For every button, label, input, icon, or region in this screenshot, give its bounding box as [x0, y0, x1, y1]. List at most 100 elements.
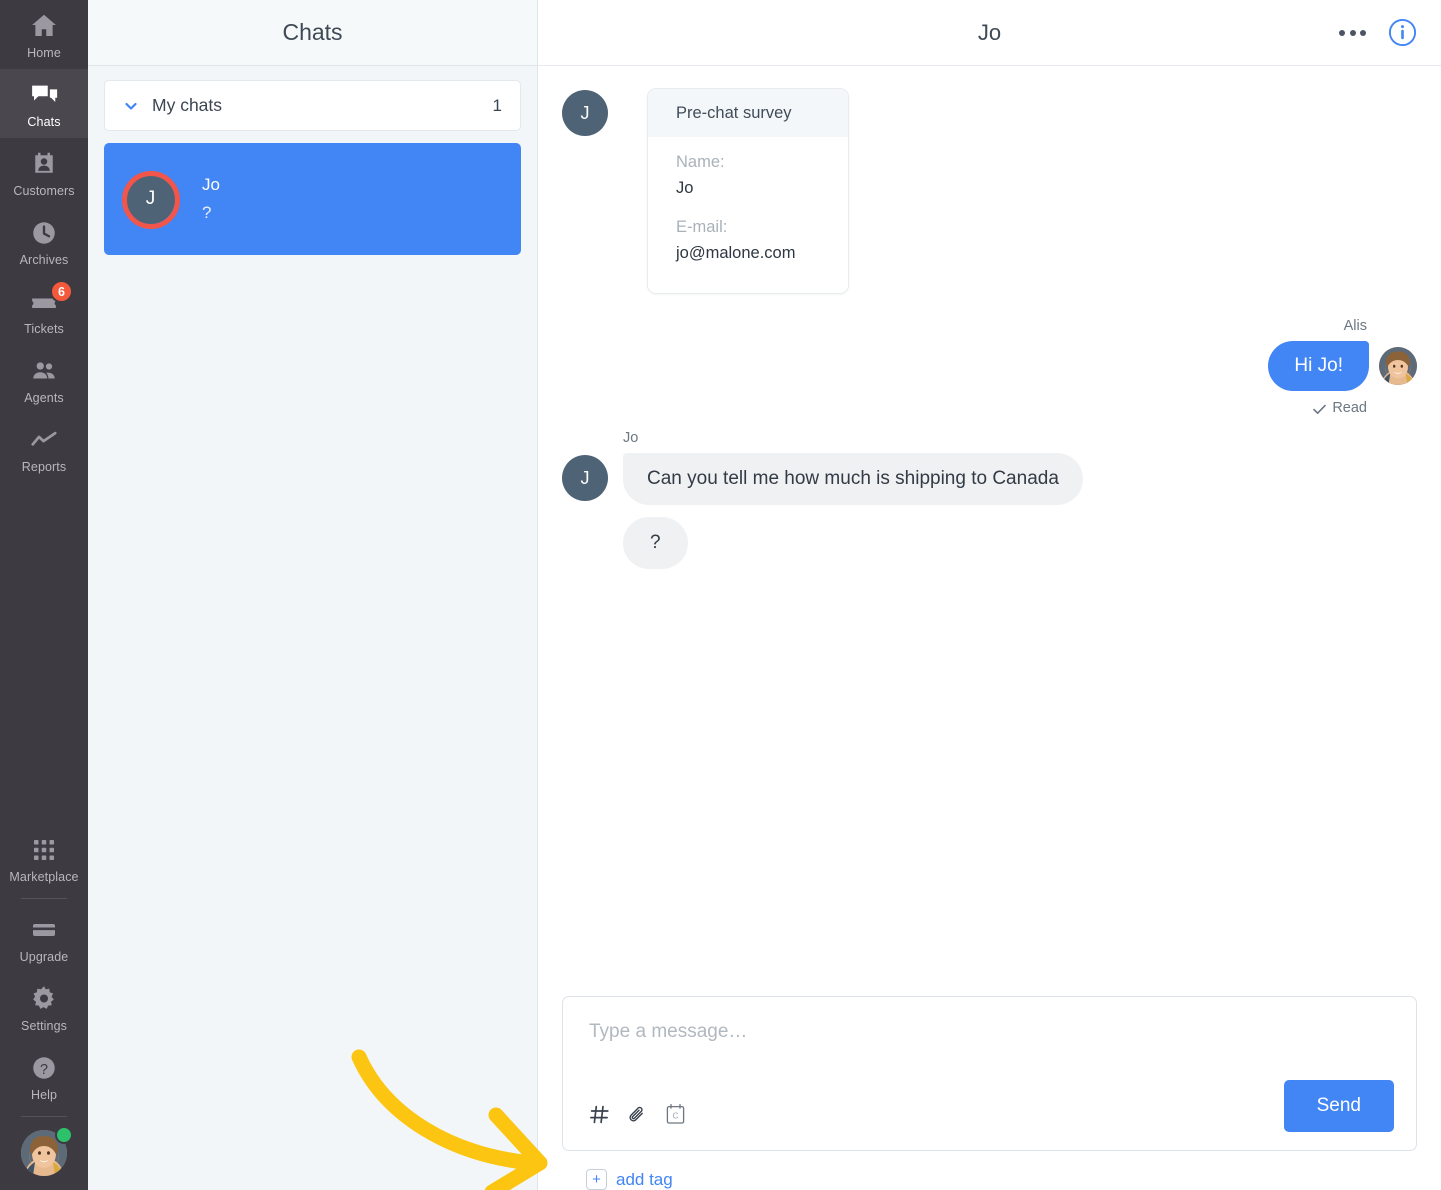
hash-tag-icon[interactable] [589, 1104, 610, 1130]
customer-message-line: J Can you tell me how much is shipping t… [562, 453, 1417, 569]
archives-clock-icon [29, 218, 59, 248]
conversation-header: Jo [538, 0, 1441, 66]
sidebar-item-customers[interactable]: Customers [0, 138, 88, 207]
sidebar-nav: Home Chats Customers Archives 6 Tickets … [0, 0, 88, 1190]
message-list: J Pre-chat survey Name: Jo E-mail: jo@ma… [538, 66, 1441, 996]
online-status-dot [55, 1126, 73, 1144]
composer-toolbar: C [589, 1103, 686, 1130]
chat-list-item-preview: ? [202, 203, 212, 222]
agents-icon [29, 356, 59, 386]
sidebar-divider-1 [21, 898, 67, 899]
sidebar-divider-2 [21, 1116, 67, 1117]
message-author-customer: Jo [623, 430, 639, 446]
sidebar-top-group: Home Chats Customers Archives 6 Tickets … [0, 0, 88, 483]
reports-chart-icon [29, 425, 59, 455]
chat-group-count: 1 [492, 95, 502, 115]
customer-avatar: J [562, 455, 608, 501]
sidebar-label-settings: Settings [21, 1019, 67, 1033]
message-status-label: Read [1332, 400, 1367, 416]
plus-icon[interactable]: + [586, 1169, 607, 1190]
message-bubble-customer: ? [623, 517, 688, 569]
survey-value-name: Jo [676, 179, 694, 197]
canned-response-icon[interactable]: C [665, 1103, 686, 1130]
survey-key-email: E-mail: [676, 218, 728, 236]
add-tag-row[interactable]: + add tag [562, 1151, 1417, 1190]
message-status-read: Read [1313, 400, 1367, 416]
customer-avatar: J [562, 90, 608, 136]
message-author-agent: Alis [1343, 318, 1367, 334]
chat-list-item-meta: Jo ? [202, 175, 220, 223]
sidebar-label-tickets: Tickets [24, 322, 64, 336]
sidebar-item-reports[interactable]: Reports [0, 414, 88, 483]
survey-fields: Name: Jo E-mail: jo@malone.com [648, 137, 848, 293]
sidebar-label-customers: Customers [13, 184, 75, 198]
sidebar-item-help[interactable]: ? Help [0, 1042, 88, 1111]
chat-list-item-name: Jo [202, 175, 220, 194]
pre-chat-survey-card: Pre-chat survey Name: Jo E-mail: jo@malo… [647, 88, 849, 294]
paperclip-attachment-icon[interactable] [627, 1104, 648, 1130]
sidebar-item-settings[interactable]: Settings [0, 973, 88, 1042]
sidebar-item-marketplace[interactable]: Marketplace [0, 824, 88, 893]
chat-group-my-chats[interactable]: My chats 1 [104, 80, 521, 131]
sidebar-item-home[interactable]: Home [0, 0, 88, 69]
chat-list-panel: Chats My chats 1 J Jo ? [88, 0, 538, 1190]
message-customer: Jo J Can you tell me how much is shippin… [562, 430, 1417, 569]
sidebar-label-marketplace: Marketplace [9, 870, 79, 884]
sidebar-item-chats[interactable]: Chats [0, 69, 88, 138]
message-bubble-customer: Can you tell me how much is shipping to … [623, 453, 1083, 505]
survey-value-email: jo@malone.com [676, 244, 796, 262]
chat-list-body: My chats 1 J Jo ? [88, 66, 537, 269]
home-icon [29, 11, 59, 41]
page-title: Chats [282, 19, 343, 45]
gear-icon [29, 984, 59, 1014]
add-tag-label[interactable]: add tag [616, 1170, 673, 1190]
check-icon [1313, 403, 1327, 414]
sidebar-bottom-group: Marketplace Upgrade Settings ? Help [0, 824, 88, 1190]
chat-list-header: Chats [88, 0, 537, 66]
sidebar-label-chats: Chats [27, 115, 61, 129]
composer-area: Type a message… C Send + add tag [538, 996, 1441, 1190]
sidebar-label-help: Help [30, 1088, 58, 1102]
sidebar-label-reports: Reports [21, 460, 67, 474]
sidebar-item-upgrade[interactable]: Upgrade [0, 904, 88, 973]
svg-text:C: C [672, 1110, 678, 1120]
agent-message-line: Hi Jo! [1268, 341, 1417, 391]
conversation-title: Jo [977, 19, 1002, 45]
credit-card-icon [29, 915, 59, 945]
send-button[interactable]: Send [1283, 1080, 1394, 1132]
chevron-down-icon [123, 98, 139, 114]
sidebar-label-home: Home [27, 46, 61, 60]
question-circle-icon: ? [29, 1053, 59, 1083]
message-composer[interactable]: Type a message… C Send [562, 996, 1417, 1151]
customer-bubbles: Can you tell me how much is shipping to … [623, 453, 1083, 569]
sidebar-label-agents: Agents [24, 391, 64, 405]
info-icon[interactable] [1388, 18, 1417, 47]
message-agent: Alis Hi Jo! Read [562, 318, 1417, 416]
chat-list-avatar: J [126, 174, 175, 224]
survey-key-name: Name: [676, 153, 725, 171]
grid-icon [29, 835, 59, 865]
chats-icon [29, 80, 59, 110]
message-survey-row: J Pre-chat survey Name: Jo E-mail: jo@ma… [562, 88, 1417, 294]
conversation-panel: Jo J Pre-chat survey Name: Jo E-mail: jo… [538, 0, 1441, 1190]
sidebar-profile-avatar[interactable] [0, 1122, 88, 1190]
survey-field-email: E-mail: jo@malone.com [676, 218, 820, 263]
tickets-badge: 6 [50, 280, 73, 303]
agent-avatar [1379, 347, 1417, 385]
sidebar-label-archives: Archives [19, 253, 69, 267]
survey-field-name: Name: Jo [676, 153, 820, 198]
chat-group-label: My chats [152, 95, 223, 115]
customers-icon [29, 149, 59, 179]
list-item[interactable]: J Jo ? [104, 143, 521, 255]
sidebar-item-agents[interactable]: Agents [0, 345, 88, 414]
app-root: Home Chats Customers Archives 6 Tickets … [0, 0, 1441, 1190]
sidebar-item-archives[interactable]: Archives [0, 207, 88, 276]
conversation-actions [1339, 18, 1441, 47]
message-bubble-agent: Hi Jo! [1268, 341, 1369, 391]
survey-title: Pre-chat survey [648, 89, 848, 137]
svg-text:?: ? [40, 1062, 48, 1078]
sidebar-item-tickets[interactable]: 6 Tickets [0, 276, 88, 345]
more-options-icon[interactable] [1339, 29, 1366, 36]
sidebar-label-upgrade: Upgrade [19, 950, 69, 964]
message-input[interactable]: Type a message… [563, 997, 1416, 1043]
